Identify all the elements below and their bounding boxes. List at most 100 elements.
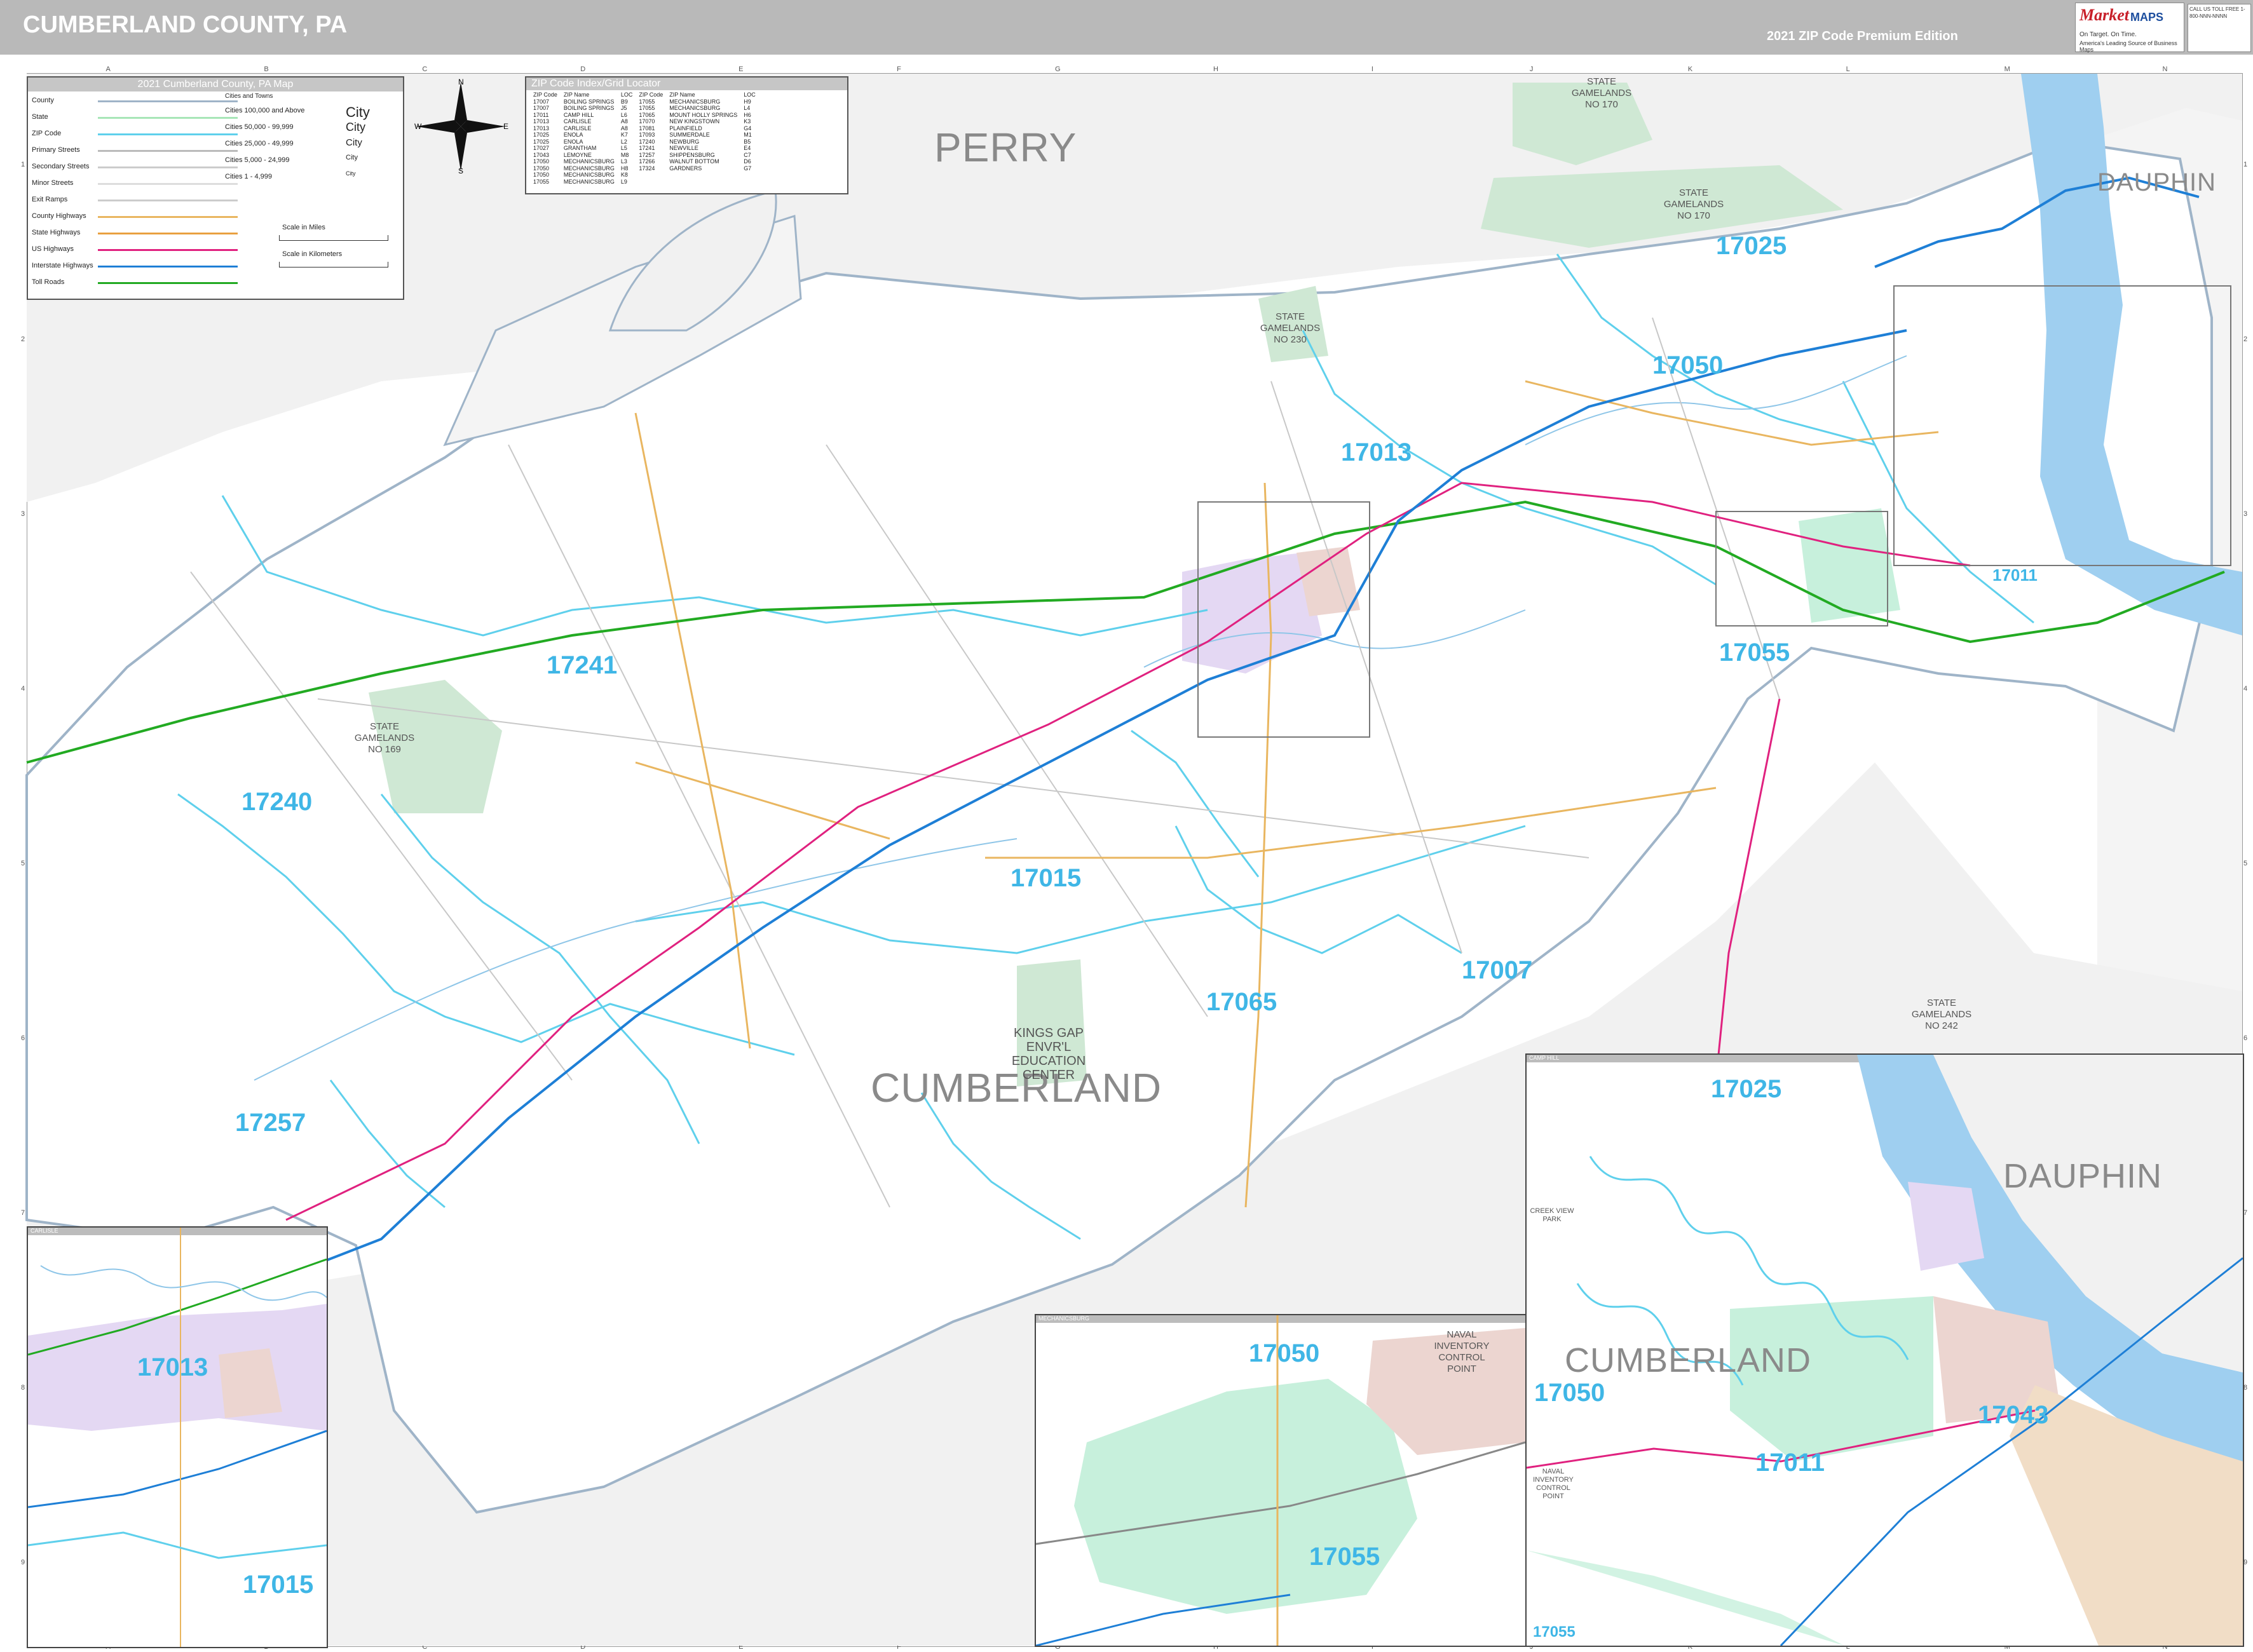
camphill-zip-17055: 17055 bbox=[1533, 1623, 1576, 1641]
zip-index-col-header: LOC bbox=[744, 91, 756, 98]
legend-cities-header: Cities and Towns bbox=[225, 93, 273, 100]
legend-line-sample bbox=[98, 117, 238, 119]
zip-index-col-header: ZIP Name bbox=[563, 91, 590, 98]
zip-index-cell bbox=[666, 179, 740, 186]
gamelands-label-242: STATE GAMELANDS NO 242 bbox=[1911, 998, 1972, 1031]
legend-line-sample bbox=[98, 233, 238, 234]
legend-item: Toll Roads bbox=[32, 278, 65, 286]
mech-zip-17050: 17050 bbox=[1249, 1339, 1320, 1367]
zip-index-cell: SUMMERDALE bbox=[669, 132, 710, 138]
mech-zip-17055: 17055 bbox=[1309, 1543, 1380, 1571]
zip-index-cell: 17055 bbox=[639, 105, 655, 111]
zip-label-17050: 17050 bbox=[1652, 351, 1724, 379]
legend-line-sample bbox=[98, 133, 238, 135]
zip-index-cell: BOILING SPRINGS bbox=[563, 105, 615, 111]
zip-index-cell: 17093 bbox=[639, 132, 655, 138]
zip-index-cell: 17013 bbox=[533, 125, 550, 132]
zip-index-cell: 17070 bbox=[639, 118, 655, 125]
zip-label-17065: 17065 bbox=[1206, 988, 1277, 1016]
kings-gap-label: KINGS GAP ENVR'L EDUCATION CENTER bbox=[1011, 1026, 1086, 1082]
zip-label-17015: 17015 bbox=[1011, 864, 1082, 892]
zip-index-col-header: ZIP Code bbox=[533, 91, 557, 98]
zip-index-cell: CARLISLE bbox=[563, 125, 592, 132]
legend-item: State Highways bbox=[32, 229, 81, 236]
legend-item: Minor Streets bbox=[32, 179, 74, 187]
zip-label-17025: 17025 bbox=[1716, 232, 1787, 260]
zip-index-cell: ENOLA bbox=[563, 138, 583, 145]
zip-index-cell: A8 bbox=[620, 125, 628, 132]
zip-index-cell: 17241 bbox=[639, 145, 655, 151]
zip-index-cell: 17050 bbox=[533, 158, 550, 165]
zip-index-cell: E4 bbox=[744, 145, 751, 151]
zip-index-cell: M8 bbox=[620, 151, 629, 158]
camphill-zip-17011: 17011 bbox=[1755, 1449, 1825, 1477]
zip-index-row: 17050 MECHANICSBURG L3 17266 WALNUT BOTTOM D6 bbox=[530, 158, 759, 165]
zip-index-cell: MECHANICSBURG bbox=[669, 105, 721, 111]
legend-item: Primary Streets bbox=[32, 146, 80, 154]
zip-index-cell: MECHANICSBURG bbox=[669, 98, 721, 105]
gamelands-label-170a: STATE GAMELANDS NO 170 bbox=[1571, 76, 1632, 110]
zip-index-row: 17007 BOILING SPRINGS B9 17055 MECHANICSBURG… bbox=[530, 98, 759, 105]
carlisle-zip-17013: 17013 bbox=[137, 1353, 208, 1381]
zip-index-cell: WALNUT BOTTOM bbox=[669, 158, 719, 165]
zip-index-cell: H6 bbox=[744, 111, 751, 118]
carlisle-inset: CARLISLE 17013 17015 bbox=[27, 1226, 328, 1648]
zip-label-17013: 17013 bbox=[1341, 438, 1412, 466]
zip-index-cell bbox=[636, 179, 666, 186]
zip-index-cell: MECHANICSBURG bbox=[563, 158, 615, 165]
zip-index-cell: 17081 bbox=[639, 125, 655, 132]
mech-naval-label: NAVAL INVENTORY CONTROL POINT bbox=[1434, 1329, 1490, 1374]
legend-item: Exit Ramps bbox=[32, 196, 68, 203]
legend-city-class: Cities 25,000 - 49,999 bbox=[225, 140, 294, 147]
camphill-park-label: CREEK VIEW PARK bbox=[1530, 1207, 1574, 1223]
legend-city-class: Cities 5,000 - 24,999 bbox=[225, 156, 290, 164]
zip-index-cell: 17050 bbox=[533, 165, 550, 172]
compass-rose: N bbox=[416, 79, 505, 171]
county-label-perry: PERRY bbox=[934, 125, 1077, 170]
legend-item: Interstate Highways bbox=[32, 262, 93, 269]
zip-index-table: ZIP Code ZIP Name LOC ZIP Code ZIP Name LOC 1… bbox=[530, 91, 759, 185]
zip-index-cell: 17011 bbox=[533, 111, 549, 118]
zip-index-cell: M1 bbox=[744, 132, 752, 138]
zip-index-row: 17011 CAMP HILL L6 17065 MOUNT HOLLY SPRINGS… bbox=[530, 112, 759, 119]
zip-label-17055: 17055 bbox=[1719, 639, 1790, 667]
zip-index-cell: L4 bbox=[744, 105, 751, 111]
gamelands-label-170b: STATE GAMELANDS NO 170 bbox=[1663, 187, 1724, 221]
zip-index-row: 17043 LEMOYNE M8 17257 SHIPPENSBURG C7 bbox=[530, 152, 759, 159]
county-label-dauphin: DAUPHIN bbox=[2097, 168, 2217, 196]
zip-index-cell: CARLISLE bbox=[563, 118, 592, 125]
zip-index-cell: LEMOYNE bbox=[563, 151, 592, 158]
zip-index-col-header: ZIP Code bbox=[639, 91, 664, 98]
zip-index-cell: BOILING SPRINGS bbox=[563, 98, 615, 105]
zip-index-cell: L9 bbox=[620, 178, 627, 185]
zip-index-cell: NEWVILLE bbox=[669, 145, 698, 151]
zip-index-cell: PLAINFIELD bbox=[669, 125, 702, 132]
zip-index-cell: L3 bbox=[620, 158, 627, 165]
legend-item: Secondary Streets bbox=[32, 163, 90, 170]
scale-miles: Scale in Miles bbox=[282, 224, 325, 231]
legend-item: County bbox=[32, 97, 54, 104]
zip-index-cell: 17025 bbox=[533, 132, 550, 138]
legend-item: ZIP Code bbox=[32, 130, 62, 137]
legend-city-class: Cities 50,000 - 99,999 bbox=[225, 123, 294, 131]
zip-index-cell: SHIPPENSBURG bbox=[669, 151, 715, 158]
compass-w-label: W bbox=[414, 122, 422, 131]
zip-index-cell: 17050 bbox=[533, 172, 550, 178]
zip-index-row: 17050 MECHANICSBURG H8 17324 GARDNERS G7 bbox=[530, 165, 759, 172]
zip-index-cell: 17007 bbox=[533, 105, 550, 111]
zip-index-cell bbox=[740, 179, 759, 186]
zip-index-cell bbox=[740, 172, 759, 179]
zip-index-cell: L5 bbox=[620, 145, 627, 151]
zip-index-cell: NEWBURG bbox=[669, 138, 700, 145]
legend-line-sample bbox=[98, 216, 238, 218]
zip-index-cell: B9 bbox=[620, 98, 628, 105]
zip-index-row: 17007 BOILING SPRINGS J5 17055 MECHANICSBURG… bbox=[530, 105, 759, 112]
legend-city-sample: City bbox=[346, 154, 358, 161]
legend-city-class: Cities 1 - 4,999 bbox=[225, 173, 272, 180]
zip-index-cell: H8 bbox=[620, 165, 629, 172]
zip-index-cell: C7 bbox=[744, 151, 751, 158]
gamelands-label-169: STATE GAMELANDS NO 169 bbox=[354, 721, 415, 755]
zip-index-cell: MOUNT HOLLY SPRINGS bbox=[669, 111, 738, 118]
zip-index-cell: MECHANICSBURG bbox=[563, 178, 615, 185]
camphill-inset: CAMP HILL 17025 17050 17011 17043 17055 … bbox=[1525, 1053, 2244, 1647]
